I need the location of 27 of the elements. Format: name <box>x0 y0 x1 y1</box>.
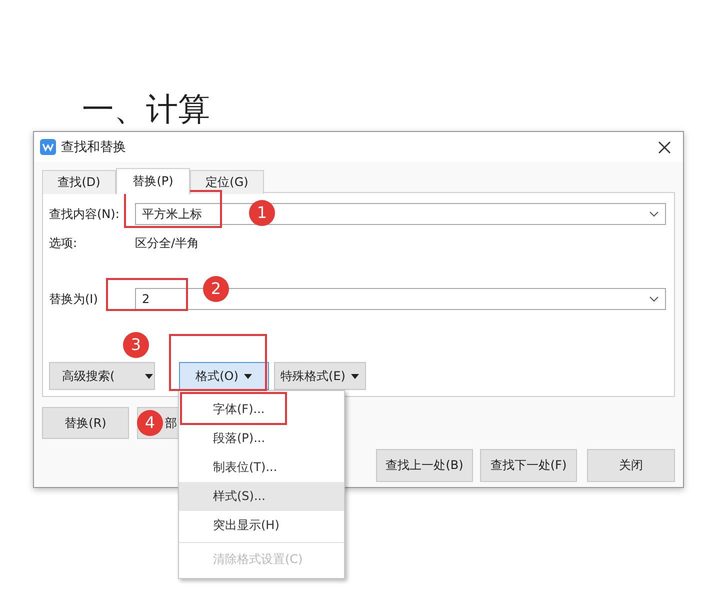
menu-item[interactable]: 制表位(T)... <box>179 453 344 482</box>
dialog-tab[interactable]: 查找(D) <box>42 170 116 194</box>
document-heading: 一、计算 <box>81 89 210 130</box>
menu-item[interactable]: 突出显示(H) <box>179 511 344 540</box>
options-label: 选项: <box>49 234 78 252</box>
dialog-tab[interactable]: 替换(P) <box>116 168 190 194</box>
menu-item[interactable]: 段落(P)... <box>179 424 344 453</box>
options-value: 区分全/半角 <box>135 234 200 252</box>
dialog-button[interactable]: 查找上一处(B) <box>376 449 473 482</box>
close-icon[interactable] <box>658 140 671 154</box>
chevron-down-icon[interactable] <box>649 211 659 217</box>
dialog-title: 查找和替换 <box>61 139 127 156</box>
dialog-button[interactable]: 查找下一处(F) <box>480 449 577 482</box>
dropdown-button[interactable]: 格式(O) <box>179 362 269 390</box>
app-icon <box>40 139 56 155</box>
action-button[interactable]: 替换(R) <box>42 407 129 439</box>
dialog-tab[interactable]: 定位(G) <box>190 170 264 194</box>
caret-icon[interactable] <box>144 374 153 378</box>
caret-icon[interactable] <box>351 374 360 378</box>
chevron-down-icon[interactable] <box>649 296 659 302</box>
field-label: 替换为(I) <box>49 290 99 308</box>
dropdown-button[interactable]: 高级搜索( <box>49 362 155 390</box>
field-label: 查找内容(N): <box>49 206 120 222</box>
caret-icon[interactable] <box>244 374 252 378</box>
menu-item[interactable]: 样式(S)... <box>179 482 344 511</box>
dropdown-button[interactable]: 特殊格式(E) <box>274 362 366 390</box>
dialog-button[interactable]: 关闭 <box>587 449 675 482</box>
